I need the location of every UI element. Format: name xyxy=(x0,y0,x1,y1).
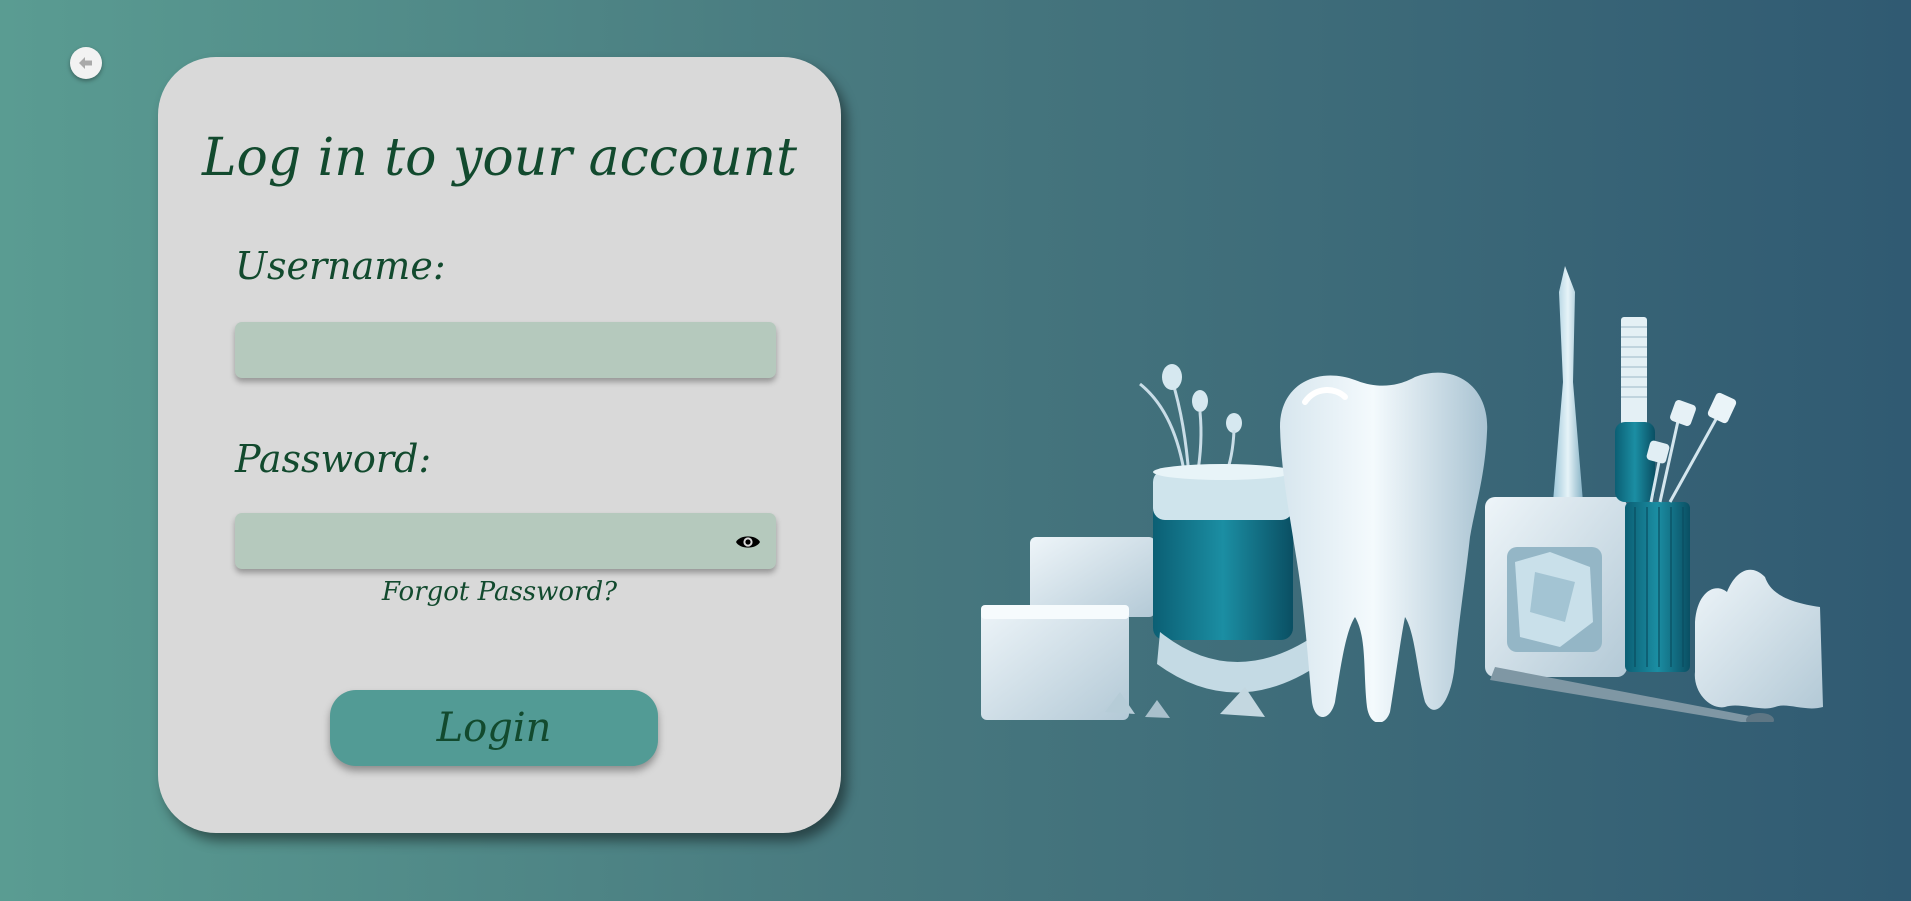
back-button[interactable] xyxy=(70,47,102,79)
username-input[interactable] xyxy=(235,322,776,378)
login-button[interactable]: Login xyxy=(330,690,658,766)
password-label: Password: xyxy=(235,437,432,481)
password-input[interactable] xyxy=(235,513,776,569)
eye-icon[interactable] xyxy=(735,533,761,551)
page-title: Log in to your account xyxy=(201,128,798,188)
arrow-left-icon xyxy=(79,57,92,69)
forgot-password-link[interactable]: Forgot Password? xyxy=(158,577,841,608)
login-card: Log in to your account Username: Passwor… xyxy=(158,57,841,833)
username-label: Username: xyxy=(235,244,446,288)
dental-care-illustration xyxy=(981,266,1823,722)
